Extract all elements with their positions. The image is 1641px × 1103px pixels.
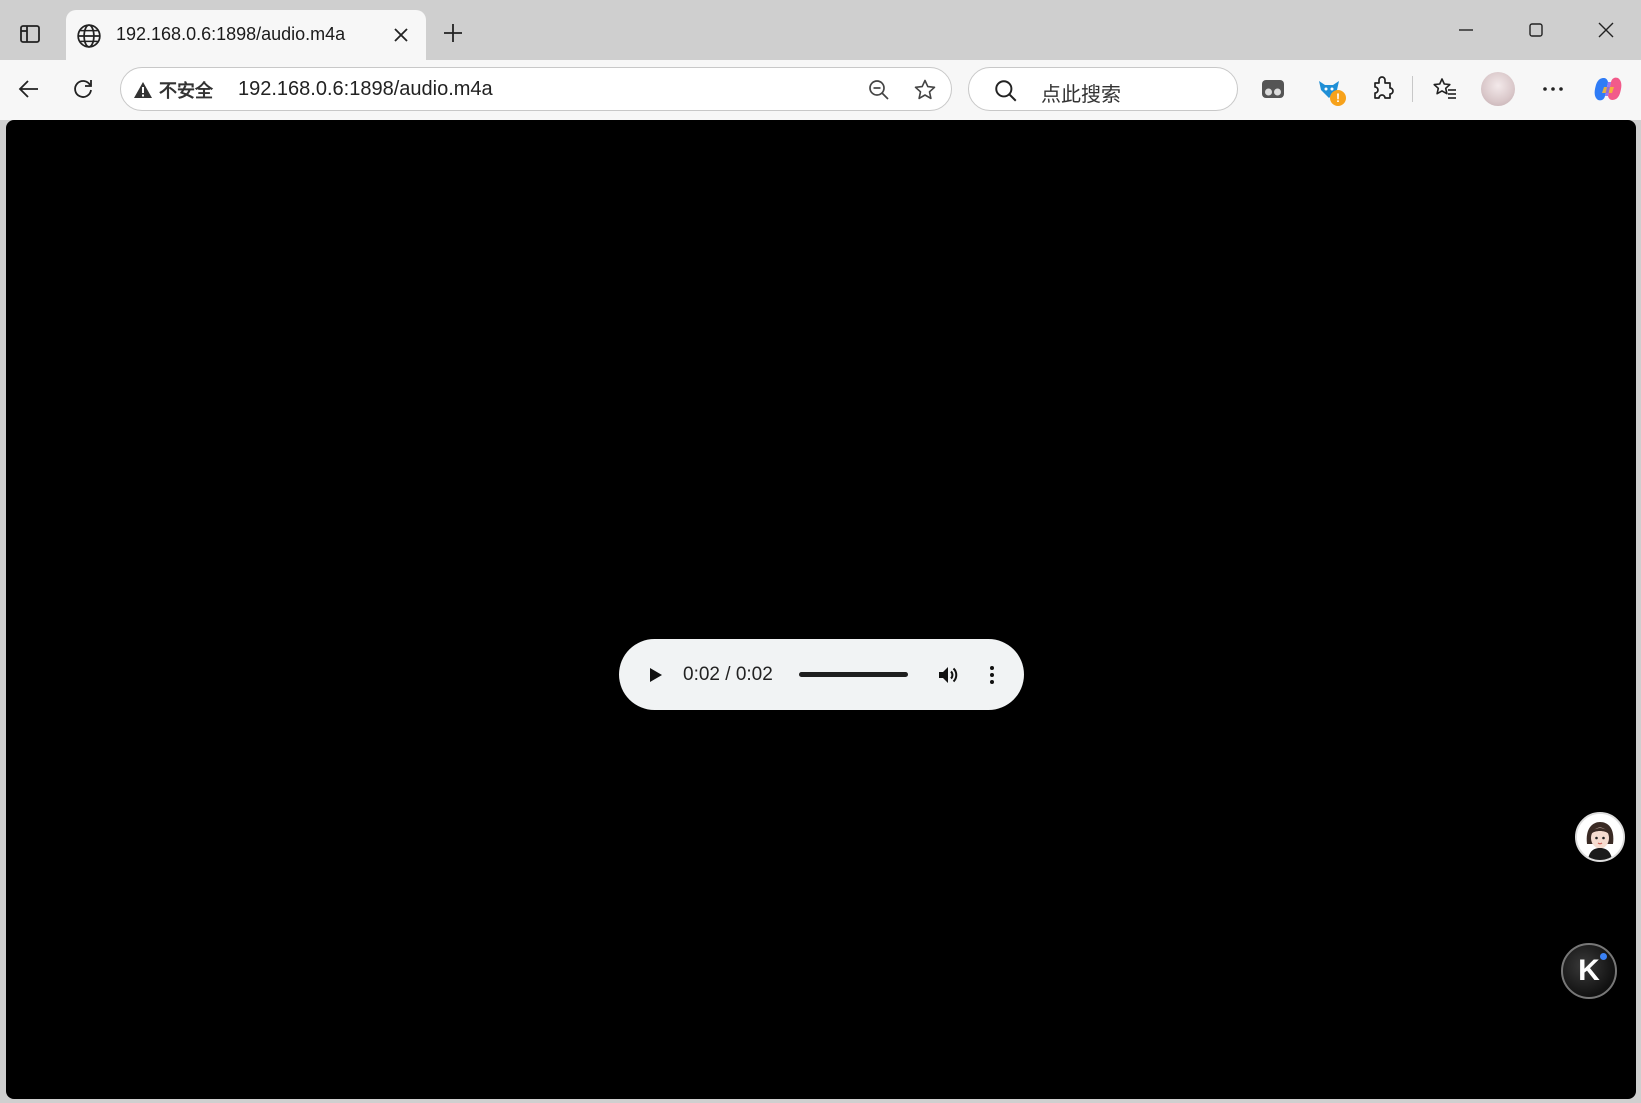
- k-logo-label: K: [1578, 954, 1600, 987]
- tab-actions-icon: [20, 25, 40, 43]
- favorites-button[interactable]: [1426, 70, 1464, 108]
- workspaces-button[interactable]: [1254, 70, 1292, 108]
- workspaces-icon: [1262, 80, 1284, 98]
- more-vertical-icon: [990, 666, 994, 684]
- copilot-icon: [1594, 77, 1622, 101]
- tab-close-button[interactable]: [388, 22, 414, 48]
- notification-dot: [1600, 953, 1607, 960]
- tab-actions-button[interactable]: [14, 18, 46, 50]
- play-button[interactable]: [641, 661, 669, 689]
- zoom-button[interactable]: [863, 74, 895, 106]
- puzzle-icon: [1374, 76, 1394, 99]
- security-label: 不安全: [159, 81, 213, 101]
- volume-button[interactable]: [933, 660, 963, 690]
- profile-button[interactable]: [1479, 70, 1517, 108]
- volume-icon: [939, 667, 958, 683]
- close-icon: [394, 28, 408, 42]
- floating-assistant-avatar[interactable]: [1575, 812, 1625, 862]
- girl-avatar-icon: [1577, 814, 1623, 860]
- progress-fill: [799, 672, 908, 677]
- search-box[interactable]: 点此搜索: [968, 67, 1238, 111]
- security-indicator[interactable]: 不安全: [133, 78, 213, 102]
- active-tab[interactable]: 192.168.0.6:1898/audio.m4a: [66, 10, 426, 60]
- add-favorite-button[interactable]: [909, 74, 941, 106]
- zoom-out-icon: [869, 80, 889, 100]
- navigation-toolbar: 不安全 192.168.0.6:1898/audio.m4a 点此搜索 !: [0, 60, 1641, 120]
- minimize-button[interactable]: [1431, 0, 1501, 60]
- browser-window: 192.168.0.6:1898/audio.m4a 不安全 192.168.0…: [0, 0, 1641, 1103]
- search-icon: [995, 80, 1017, 102]
- plus-icon: [444, 24, 462, 42]
- minimize-icon: [1459, 29, 1473, 31]
- search-placeholder: 点此搜索: [1041, 84, 1121, 106]
- more-options-button[interactable]: [977, 660, 1007, 690]
- favorites-icon: [1433, 78, 1456, 99]
- extensions-button[interactable]: [1364, 70, 1402, 108]
- more-horizontal-icon: [1543, 87, 1563, 91]
- toolbar-separator: [1412, 76, 1413, 102]
- floating-k-button[interactable]: K: [1561, 943, 1617, 999]
- window-controls: [1431, 0, 1641, 60]
- close-window-button[interactable]: [1571, 0, 1641, 60]
- close-icon: [1598, 22, 1614, 38]
- warning-icon: [134, 82, 152, 98]
- url-text[interactable]: 192.168.0.6:1898/audio.m4a: [238, 78, 493, 101]
- tab-title: 192.168.0.6:1898/audio.m4a: [116, 24, 346, 44]
- copilot-button[interactable]: [1589, 70, 1627, 108]
- refresh-button[interactable]: [64, 70, 102, 108]
- page-content: 0:02 / 0:02: [6, 120, 1636, 1099]
- extension-badge: !: [1330, 90, 1346, 106]
- more-menu-button[interactable]: [1534, 70, 1572, 108]
- progress-slider[interactable]: [799, 672, 908, 677]
- maximize-icon: [1529, 23, 1543, 37]
- back-button[interactable]: [10, 70, 48, 108]
- globe-icon: [77, 24, 101, 48]
- maximize-button[interactable]: [1501, 0, 1571, 60]
- star-icon: [914, 79, 936, 100]
- tab-strip: 192.168.0.6:1898/audio.m4a: [0, 0, 1641, 60]
- play-icon: [650, 668, 662, 682]
- back-arrow-icon: [18, 80, 38, 98]
- extension-button[interactable]: !: [1310, 70, 1348, 108]
- new-tab-button[interactable]: [436, 16, 470, 50]
- address-bar[interactable]: 不安全 192.168.0.6:1898/audio.m4a: [120, 67, 952, 111]
- profile-avatar: [1481, 72, 1515, 106]
- refresh-icon: [74, 80, 92, 98]
- time-display: 0:02 / 0:02: [683, 664, 773, 685]
- audio-player[interactable]: 0:02 / 0:02: [619, 639, 1024, 710]
